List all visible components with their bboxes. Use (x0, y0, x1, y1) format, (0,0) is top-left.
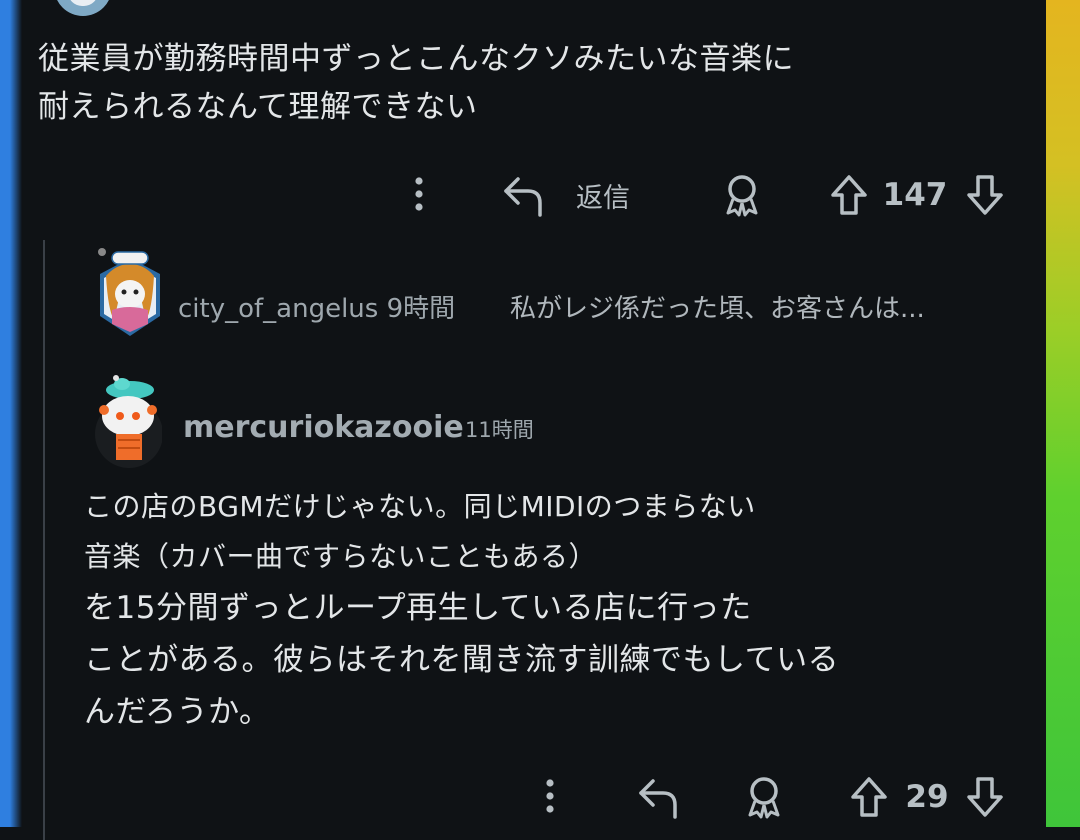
right-edge-glow (1024, 0, 1080, 827)
reply-icon (504, 177, 542, 217)
upvote-button[interactable] (826, 170, 872, 220)
award-button[interactable] (718, 170, 766, 220)
reply-downvote-button[interactable] (962, 772, 1008, 822)
avatar-image (98, 248, 160, 336)
more-icon (546, 779, 554, 813)
snoo-avatar-icon (95, 375, 163, 468)
reply-vote-count: 29 (898, 774, 956, 820)
comment-body: 従業員が勤務時間中ずっとこんなクソみたいな音楽に 耐えられるなんて理解できない (38, 35, 998, 131)
reply-body: この店のBGMだけじゃない。同じMIDIのつまらない 音楽（カバー曲ですらないこ… (84, 482, 1014, 738)
reply-more-options-button[interactable] (535, 774, 565, 818)
reply-line: を15分間ずっとループ再生している店に行った (84, 590, 752, 626)
collapsed-meta: city_of_angelus 9時間 (178, 288, 455, 325)
reply-time: 11時間 (465, 418, 534, 442)
collapsed-time: 9時間 (386, 294, 456, 324)
downvote-icon (967, 777, 1003, 817)
thread-line[interactable] (43, 240, 45, 840)
reply-username[interactable]: mercuriokazooie (183, 410, 464, 445)
more-options-button[interactable] (404, 172, 434, 216)
vote-count-text: 147 (882, 177, 948, 213)
reply-upvote-button[interactable] (846, 772, 892, 822)
downvote-icon (967, 175, 1003, 215)
upvote-icon (831, 175, 867, 215)
left-edge-glow (0, 0, 22, 827)
reply-line: 音楽（カバー曲ですらないこともある） (84, 540, 598, 573)
award-icon (748, 777, 780, 819)
reply-line: ことがある。彼らはそれを聞き流す訓練でもしている (84, 642, 840, 678)
avatar[interactable] (94, 244, 166, 340)
vote-count: 147 (880, 172, 950, 218)
reply-label: 返信 (576, 182, 630, 214)
award-icon (726, 175, 758, 217)
reply-award-button[interactable] (740, 772, 788, 822)
reply-icon (639, 779, 677, 819)
comment-line: 耐えられるなんて理解できない (38, 89, 478, 125)
downvote-button[interactable] (962, 170, 1008, 220)
collapsed-username[interactable]: city_of_angelus (178, 294, 378, 324)
upvote-icon (851, 777, 887, 817)
comment-line: 従業員が勤務時間中ずっとこんなクソみたいな音楽に (38, 41, 794, 77)
reply-button[interactable]: 返信 (500, 170, 652, 220)
more-icon (415, 177, 423, 211)
previous-avatar[interactable] (54, 0, 112, 16)
reply-line: この店のBGMだけじゃない。同じMIDIのつまらない (84, 490, 756, 523)
reply-vote-count-text: 29 (905, 779, 949, 815)
reply-line: んだろうか。 (84, 694, 271, 730)
collapsed-preview: 私がレジ係だった頃、お客さんは... (510, 294, 925, 324)
reply-reply-button[interactable] (634, 772, 682, 822)
reply-avatar[interactable] (92, 370, 163, 468)
